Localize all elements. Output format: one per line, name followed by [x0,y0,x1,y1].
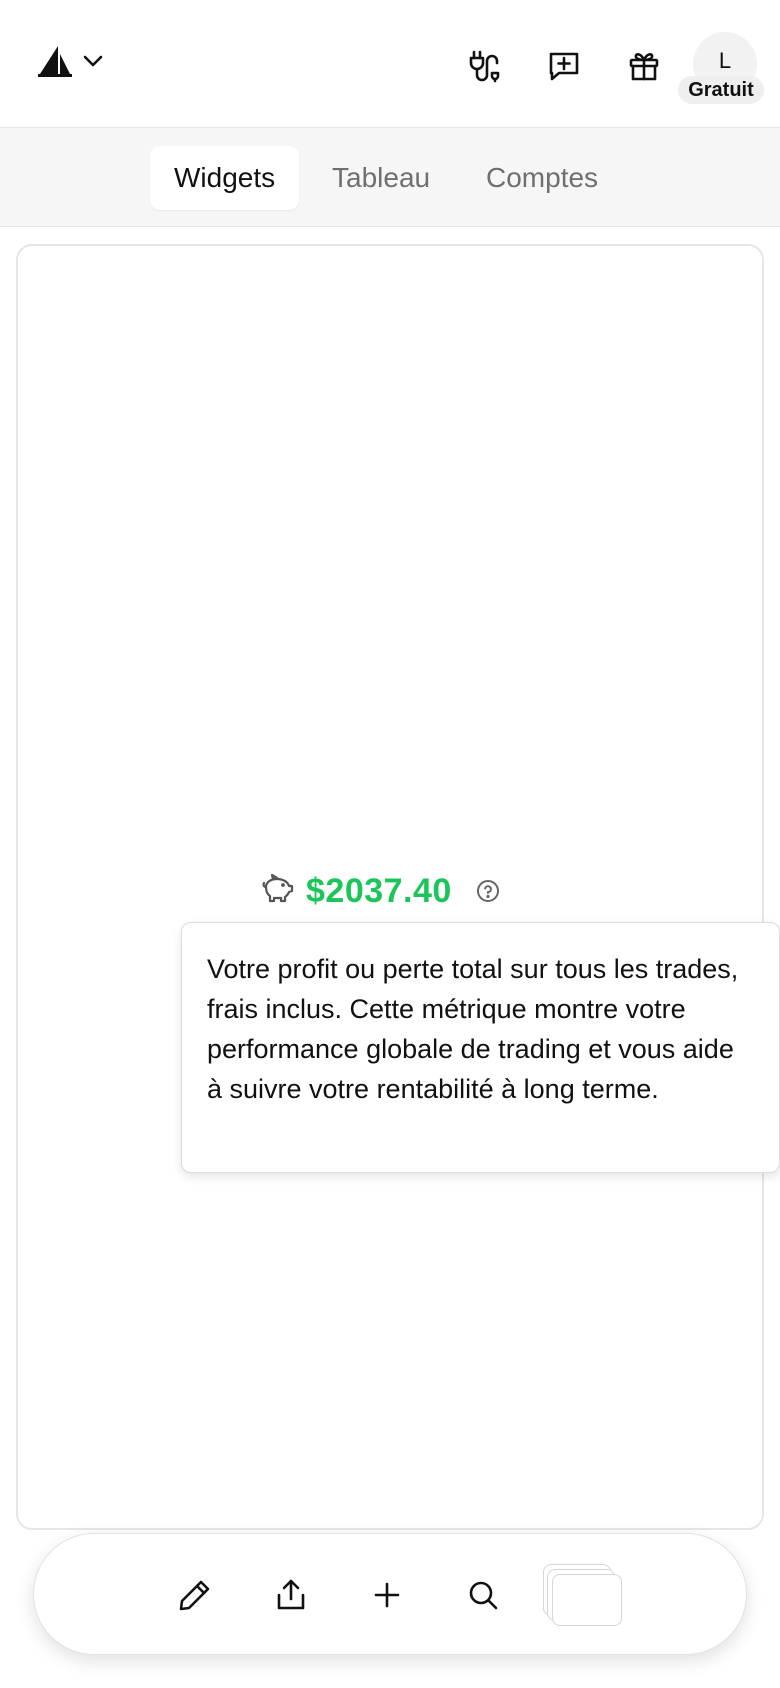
gift-icon[interactable] [620,42,668,90]
workspace-switcher[interactable] [38,44,104,78]
share-icon[interactable] [267,1571,315,1619]
tab-widgets[interactable]: Widgets [150,146,300,210]
piggy-bank-icon [262,873,294,909]
plug-icon[interactable] [460,42,508,90]
help-tooltip: Votre profit ou perte total sur tous les… [181,922,780,1173]
tab-bar: Widgets Tableau Comptes [0,128,780,227]
layers-stack-icon[interactable] [543,1564,627,1628]
sail-logo-icon [38,44,72,78]
top-header: L Gratuit [0,0,780,128]
chevron-down-icon [82,54,104,68]
tab-comptes[interactable]: Comptes [462,146,622,210]
plan-badge: Gratuit [678,76,764,104]
avatar-letter: L [718,48,732,73]
pencil-icon[interactable] [171,1571,219,1619]
search-icon[interactable] [459,1571,507,1619]
profit-stat: $2037.40 [262,866,500,916]
bottom-toolbar [33,1533,747,1655]
total-pnl-value: $2037.40 [306,871,452,910]
question-circle-icon[interactable] [476,879,500,903]
message-plus-icon[interactable] [540,42,588,90]
tab-tableau[interactable]: Tableau [308,146,454,210]
plus-icon[interactable] [363,1571,411,1619]
stack-card-front [552,1574,622,1626]
